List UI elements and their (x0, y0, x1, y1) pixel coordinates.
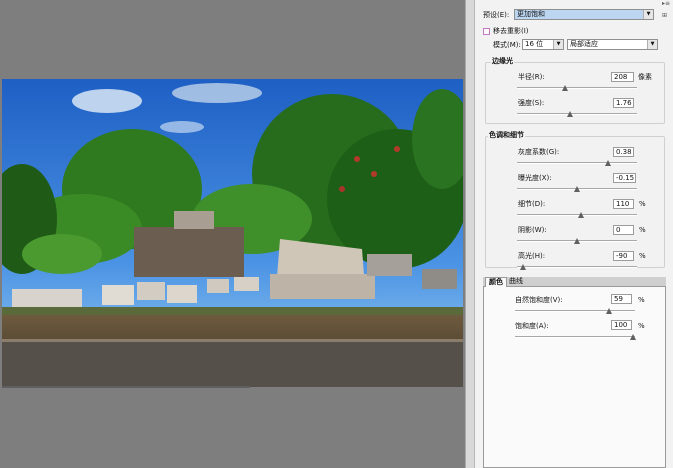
remove-ghost-label: 移去重影(I) (493, 27, 529, 35)
slider-thumb-icon[interactable] (520, 264, 526, 270)
exposure-input[interactable]: -0.15 (613, 173, 636, 183)
vibrance-unit: % (638, 296, 645, 304)
slider-thumb-icon[interactable] (562, 85, 568, 91)
preset-dropdown[interactable]: 更加饱和 ▼ (514, 9, 654, 20)
shadow-unit: % (639, 226, 646, 234)
exposure-label: 曝光度(X): (518, 174, 552, 182)
highlight-input[interactable]: -90 (613, 251, 634, 261)
saturation-unit: % (638, 322, 645, 330)
radius-slider-track[interactable] (517, 87, 637, 89)
detail-unit: % (639, 200, 646, 208)
radius-input[interactable]: 208 (611, 72, 634, 82)
image-border (2, 386, 250, 388)
detail-label: 细节(D): (518, 200, 546, 208)
saturation-label: 饱和度(A): (515, 322, 549, 330)
slider-thumb-icon[interactable] (574, 238, 580, 244)
chevron-down-icon: ▼ (643, 10, 653, 19)
preset-label: 预设(E): (483, 11, 510, 19)
hdr-preview-image (2, 79, 463, 387)
panel-divider[interactable] (465, 0, 475, 468)
highlight-slider-track[interactable] (517, 266, 637, 268)
tone-detail-group (485, 136, 665, 268)
hdr-toning-panel: ▸≡ 预设(E): 更加饱和 ▼ ⊞ 移去重影(I) 模式(M): 16 位 ▼… (475, 0, 673, 468)
radius-label: 半径(R): (518, 73, 545, 81)
slider-thumb-icon[interactable] (578, 212, 584, 218)
strength-label: 强度(S): (518, 99, 545, 107)
chevron-down-icon: ▼ (647, 40, 657, 49)
vibrance-input[interactable]: 59 (611, 294, 632, 304)
gamma-input[interactable]: 0.38 (613, 147, 634, 157)
slider-thumb-icon[interactable] (605, 160, 611, 166)
highlight-unit: % (639, 252, 646, 260)
strength-slider-track[interactable] (517, 113, 637, 115)
tab-curves[interactable]: 曲线 (506, 277, 526, 286)
tab-panel (483, 277, 666, 468)
vibrance-label: 自然饱和度(V): (515, 296, 563, 304)
detail-input[interactable]: 110 (613, 199, 634, 209)
slider-thumb-icon[interactable] (574, 186, 580, 192)
gamma-slider-track[interactable] (517, 162, 637, 164)
saturation-input[interactable]: 100 (611, 320, 632, 330)
radius-unit: 像素 (638, 73, 652, 81)
saturation-slider-track[interactable] (515, 336, 635, 338)
preset-value: 更加饱和 (517, 10, 545, 18)
panel-menu-icon[interactable]: ▸≡ (662, 0, 670, 7)
tone-detail-title: 色调和细节 (488, 131, 525, 140)
slider-thumb-icon[interactable] (567, 111, 573, 117)
vibrance-slider-track[interactable] (515, 310, 635, 312)
method-dropdown[interactable]: 局部适应 ▼ (567, 39, 658, 50)
edge-glow-title: 边缘光 (491, 57, 514, 66)
detail-slider-track[interactable] (517, 214, 637, 216)
shadow-input[interactable]: 0 (613, 225, 634, 235)
preset-options-icon[interactable]: ⊞ (662, 12, 667, 19)
mode-label: 模式(M): (493, 41, 521, 49)
shadow-label: 阴影(W): (518, 226, 547, 234)
slider-thumb-icon[interactable] (606, 308, 612, 314)
slider-thumb-icon[interactable] (630, 334, 636, 340)
remove-ghost-checkbox[interactable] (483, 28, 490, 35)
bit-depth-dropdown[interactable]: 16 位 ▼ (522, 39, 564, 50)
tab-color[interactable]: 颜色 (485, 277, 507, 287)
bit-depth-value: 16 位 (525, 40, 544, 48)
chevron-down-icon: ▼ (553, 40, 563, 49)
strength-input[interactable]: 1.76 (613, 98, 634, 108)
highlight-label: 高光(H): (518, 252, 546, 260)
method-value: 局部适应 (570, 40, 598, 48)
gamma-label: 灰度系数(G): (518, 148, 560, 156)
